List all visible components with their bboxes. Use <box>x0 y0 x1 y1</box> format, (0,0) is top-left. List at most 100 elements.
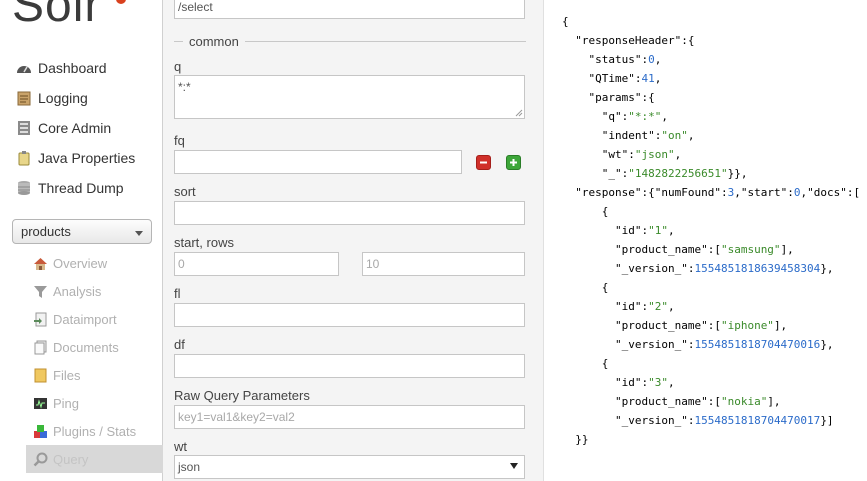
json-line: { <box>562 205 609 218</box>
common-legend: common <box>183 34 245 49</box>
thread-dump-icon <box>16 180 32 196</box>
json-line: "id":"1", <box>614 224 675 237</box>
wt-label: wt <box>174 439 187 454</box>
json-line: "indent":"on", <box>601 129 695 142</box>
rows-input[interactable]: 10 <box>362 252 525 276</box>
query-form: /select common q *:* fq sort start, rows… <box>163 0 544 481</box>
json-line: "status":0, <box>588 53 662 66</box>
df-label: df <box>174 337 185 352</box>
start-input[interactable]: 0 <box>174 252 339 276</box>
json-line: "_":"1482822256651"}}, <box>601 167 748 180</box>
nav-item-thread-dump[interactable]: Thread Dump <box>16 173 156 203</box>
logging-icon <box>16 90 32 106</box>
json-line: "response":{"numFound":3,"start":0,"docs… <box>575 186 861 199</box>
main-nav: Dashboard Logging Core Admin Java Proper… <box>16 53 156 203</box>
json-line: "product_name":["iphone"], <box>614 319 788 332</box>
json-line: "product_name":["nokia"], <box>614 395 781 408</box>
ping-icon <box>33 396 48 411</box>
chevron-down-icon <box>135 231 143 236</box>
json-line: "_version_":1554851818704470016}, <box>614 338 834 351</box>
java-properties-icon <box>16 150 32 166</box>
solr-logo[interactable]: Solr <box>12 0 101 33</box>
rows-placeholder: 10 <box>366 257 380 271</box>
json-line: "_version_":1554851818639458304}, <box>614 262 834 275</box>
core-item-label: Analysis <box>53 283 102 299</box>
fq-input[interactable] <box>174 150 462 174</box>
json-line: "QTime":41, <box>588 72 662 85</box>
resize-grip-icon[interactable] <box>515 109 523 117</box>
nav-item-label: Thread Dump <box>38 180 124 196</box>
core-item-analysis[interactable]: Analysis <box>26 277 163 305</box>
dashboard-icon <box>16 60 32 76</box>
plus-icon <box>510 159 517 166</box>
core-item-plugins-stats[interactable]: Plugins / Stats <box>26 417 163 445</box>
folder-icon <box>33 368 48 383</box>
core-selector[interactable]: products <box>12 219 152 244</box>
nav-item-core-admin[interactable]: Core Admin <box>16 113 156 143</box>
json-line: "_version_":1554851818704470017}] <box>614 414 834 427</box>
fl-label: fl <box>174 286 181 301</box>
sidebar: Solr Dashboard Logging Core Admin Java P… <box>0 0 163 481</box>
core-selector-value: products <box>21 224 71 239</box>
nav-item-logging[interactable]: Logging <box>16 83 156 113</box>
core-item-query[interactable]: Query <box>26 445 163 473</box>
nav-item-label: Logging <box>38 90 88 106</box>
core-menu: Overview Analysis Dataimport Documents F… <box>26 249 163 473</box>
json-line: "q":"*:*", <box>601 110 668 123</box>
home-icon <box>33 256 48 271</box>
raw-query-params-input[interactable]: key1=val1&key2=val2 <box>174 405 525 429</box>
json-line: "responseHeader":{ <box>575 34 695 47</box>
plugins-icon <box>33 424 48 439</box>
core-item-overview[interactable]: Overview <box>26 249 163 277</box>
raw-query-params-placeholder: key1=val1&key2=val2 <box>178 410 295 424</box>
json-line: "wt":"json", <box>601 148 682 161</box>
request-handler-input[interactable]: /select <box>174 0 525 19</box>
json-line: "id":"3", <box>614 376 675 389</box>
core-item-files[interactable]: Files <box>26 361 163 389</box>
request-handler-value: /select <box>178 0 213 14</box>
documents-icon <box>33 340 48 355</box>
core-item-documents[interactable]: Documents <box>26 333 163 361</box>
core-item-ping[interactable]: Ping <box>26 389 163 417</box>
core-item-label: Documents <box>53 339 119 355</box>
core-item-label: Files <box>53 367 81 383</box>
dataimport-icon <box>33 312 48 327</box>
magnifier-icon <box>33 452 48 467</box>
core-item-label: Dataimport <box>53 311 117 327</box>
core-item-label: Overview <box>53 255 108 271</box>
remove-fq-button[interactable] <box>476 155 491 170</box>
add-fq-button[interactable] <box>506 155 521 170</box>
nav-item-label: Dashboard <box>38 60 107 76</box>
solr-logo-mark <box>116 0 126 4</box>
nav-item-dashboard[interactable]: Dashboard <box>16 53 156 83</box>
fl-input[interactable] <box>174 303 525 327</box>
json-line: }} <box>562 433 589 446</box>
wt-value: json <box>178 460 201 474</box>
response-panel: { "responseHeader":{ "status":0, "QTime"… <box>545 0 867 481</box>
raw-query-params-label: Raw Query Parameters <box>174 388 310 403</box>
json-line: "params":{ <box>588 91 655 104</box>
json-line: { <box>562 15 569 28</box>
json-response: { "responseHeader":{ "status":0, "QTime"… <box>562 12 860 449</box>
fq-label: fq <box>174 133 185 148</box>
start-rows-label: start, rows <box>174 235 234 250</box>
core-item-dataimport[interactable]: Dataimport <box>26 305 163 333</box>
q-textarea[interactable]: *:* <box>174 75 525 119</box>
json-line: { <box>562 281 609 294</box>
nav-item-java-properties[interactable]: Java Properties <box>16 143 156 173</box>
json-line: { <box>562 357 609 370</box>
sort-input[interactable] <box>174 201 525 225</box>
json-line: "id":"2", <box>614 300 675 313</box>
start-placeholder: 0 <box>178 257 185 271</box>
nav-item-label: Core Admin <box>38 120 112 136</box>
json-line: "product_name":["samsung"], <box>614 243 794 256</box>
core-item-label: Plugins / Stats <box>53 423 137 439</box>
q-label: q <box>174 59 182 74</box>
funnel-icon <box>33 284 48 299</box>
df-input[interactable] <box>174 354 525 378</box>
wt-select[interactable]: json <box>174 455 525 479</box>
nav-item-label: Java Properties <box>38 150 136 166</box>
core-item-label: Ping <box>53 395 80 411</box>
core-admin-icon <box>16 120 32 136</box>
dropdown-arrow-icon <box>510 463 518 469</box>
